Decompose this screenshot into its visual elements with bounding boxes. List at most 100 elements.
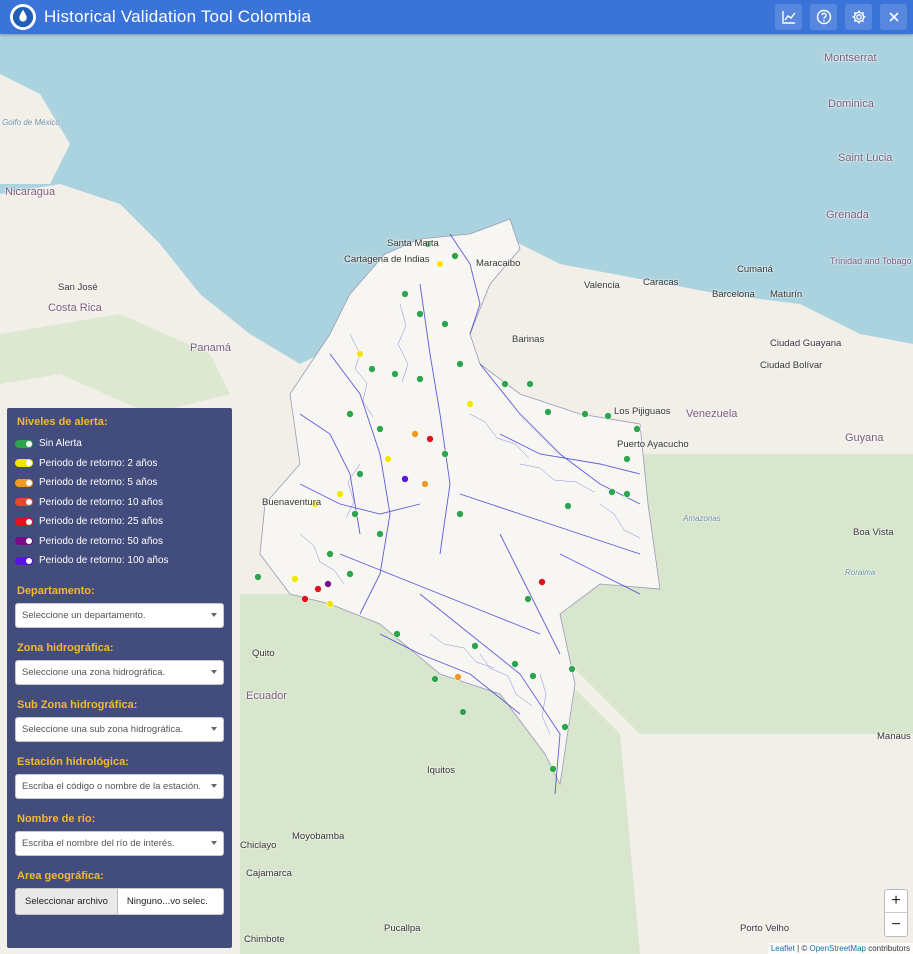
toggle-swatch-icon bbox=[15, 478, 33, 487]
chart-button[interactable] bbox=[775, 4, 802, 30]
area-label: Area geográfica: bbox=[17, 869, 104, 882]
place-label: Caracas bbox=[643, 277, 679, 288]
legend-title: Niveles de alerta: bbox=[17, 416, 108, 428]
legend-item: Periodo de retorno: 100 años bbox=[15, 551, 224, 571]
place-label: Puerto Ayacucho bbox=[617, 439, 689, 450]
departamento-label: Departamento: bbox=[17, 584, 95, 597]
place-label: Amazonas bbox=[683, 514, 721, 523]
place-label: San José bbox=[58, 282, 98, 293]
line-chart-icon bbox=[781, 11, 796, 24]
toggle-swatch-icon bbox=[15, 556, 33, 565]
app-title: Historical Validation Tool Colombia bbox=[44, 7, 312, 26]
place-label: Santa Marta bbox=[387, 238, 439, 249]
place-label: Trinidad and Tobago bbox=[830, 256, 912, 266]
attribution-separator: | © bbox=[794, 944, 810, 953]
place-label: Venezuela bbox=[686, 408, 738, 420]
legend-label: Periodo de retorno: 5 años bbox=[39, 477, 158, 489]
place-label: Nicaragua bbox=[5, 186, 56, 198]
toggle-swatch-icon bbox=[15, 537, 33, 546]
water-drop-icon bbox=[12, 6, 34, 28]
rio-placeholder: Escriba el nombre del río de interés. bbox=[22, 837, 175, 849]
toggle-swatch-icon bbox=[15, 439, 33, 448]
place-label: Ciudad Bolívar bbox=[760, 360, 823, 371]
legend-label: Periodo de retorno: 10 años bbox=[39, 496, 163, 508]
settings-button[interactable] bbox=[845, 4, 872, 30]
attribution-rest: contributors bbox=[865, 944, 910, 953]
chevron-down-icon bbox=[211, 727, 217, 731]
app-header: Historical Validation Tool Colombia bbox=[0, 0, 913, 34]
rio-label: Nombre de río: bbox=[17, 812, 96, 825]
chevron-down-icon bbox=[211, 613, 217, 617]
toggle-swatch-icon bbox=[15, 498, 33, 507]
chevron-down-icon bbox=[211, 841, 217, 845]
legend-label: Periodo de retorno: 2 años bbox=[39, 457, 158, 469]
map-attribution: Leaflet | © OpenStreetMap contributors bbox=[767, 943, 913, 954]
zoom-control: + − bbox=[884, 889, 908, 937]
place-label: Manaus bbox=[877, 731, 911, 742]
close-icon bbox=[888, 12, 899, 22]
help-button[interactable] bbox=[810, 4, 837, 30]
place-label: Montserrat bbox=[824, 52, 877, 64]
app-logo bbox=[10, 4, 36, 30]
place-label: Ciudad Guayana bbox=[770, 338, 842, 349]
estacion-placeholder: Escriba el código o nombre de la estació… bbox=[22, 780, 202, 792]
place-label: Buenaventura bbox=[262, 497, 322, 508]
subzona-select[interactable]: Seleccione una sub zona hidrográfica. bbox=[15, 716, 224, 742]
select-file-button[interactable]: Seleccionar archivo bbox=[16, 888, 118, 914]
place-label: Saint Lucia bbox=[838, 152, 893, 164]
toggle-swatch-icon bbox=[15, 459, 33, 468]
legend-item: Periodo de retorno: 10 años bbox=[15, 493, 224, 513]
gear-icon bbox=[852, 10, 865, 24]
alert-legend: Sin Alerta Periodo de retorno: 2 años Peri… bbox=[15, 434, 224, 571]
legend-item: Periodo de retorno: 25 años bbox=[15, 512, 224, 532]
place-label: Valencia bbox=[584, 280, 620, 291]
legend-item: Sin Alerta bbox=[15, 434, 224, 454]
legend-label: Periodo de retorno: 50 años bbox=[39, 535, 163, 547]
close-button[interactable] bbox=[880, 4, 907, 30]
place-label: Cumaná bbox=[737, 264, 773, 275]
zoom-out-button[interactable]: − bbox=[885, 913, 907, 936]
place-label: Panamá bbox=[190, 342, 231, 354]
legend-item: Periodo de retorno: 2 años bbox=[15, 454, 224, 474]
departamento-placeholder: Seleccione un departamento. bbox=[22, 609, 146, 621]
place-label: Pucallpa bbox=[384, 923, 421, 934]
place-label: Guyana bbox=[845, 432, 884, 444]
legend-label: Sin Alerta bbox=[39, 438, 82, 450]
place-label: Maracaibo bbox=[476, 258, 521, 269]
place-label: Chiclayo bbox=[240, 840, 277, 851]
rio-select[interactable]: Escriba el nombre del río de interés. bbox=[15, 830, 224, 856]
place-label: Golfo de México bbox=[2, 118, 60, 127]
place-label: Chimbote bbox=[244, 934, 285, 945]
departamento-select[interactable]: Seleccione un departamento. bbox=[15, 602, 224, 628]
place-label: Boa Vista bbox=[853, 527, 894, 538]
place-label: Grenada bbox=[826, 209, 869, 221]
place-label: Moyobamba bbox=[292, 831, 345, 842]
zona-select[interactable]: Seleccione una zona hidrográfica. bbox=[15, 659, 224, 685]
filter-panel: Niveles de alerta: Sin Alerta Periodo de … bbox=[7, 408, 232, 948]
legend-item: Periodo de retorno: 5 años bbox=[15, 473, 224, 493]
zona-label: Zona hidrográfica: bbox=[17, 641, 114, 654]
legend-item: Periodo de retorno: 50 años bbox=[15, 532, 224, 552]
place-label: Costa Rica bbox=[48, 302, 102, 314]
place-label: Cartagena de Indias bbox=[344, 254, 430, 265]
chevron-down-icon bbox=[211, 784, 217, 788]
legend-label: Periodo de retorno: 25 años bbox=[39, 516, 163, 528]
zona-placeholder: Seleccione una zona hidrográfica. bbox=[22, 666, 166, 678]
selected-file-name: Ninguno...vo selec. bbox=[126, 895, 208, 907]
osm-link[interactable]: OpenStreetMap bbox=[809, 944, 865, 953]
area-file-input[interactable]: Seleccionar archivo Ninguno...vo selec. bbox=[15, 887, 224, 915]
subzona-label: Sub Zona hidrográfica: bbox=[17, 698, 138, 711]
estacion-select[interactable]: Escriba el código o nombre de la estació… bbox=[15, 773, 224, 799]
place-label: Quito bbox=[252, 648, 275, 659]
question-icon bbox=[816, 9, 831, 25]
chevron-down-icon bbox=[211, 670, 217, 674]
place-label: Barinas bbox=[512, 334, 545, 345]
place-label: Los Pijiguaos bbox=[614, 406, 671, 417]
place-label: Iquitos bbox=[427, 765, 455, 776]
legend-label: Periodo de retorno: 100 años bbox=[39, 555, 169, 567]
place-label: Porto Velho bbox=[740, 923, 790, 934]
zoom-in-button[interactable]: + bbox=[885, 890, 907, 913]
place-label: Barcelona bbox=[712, 289, 755, 300]
subzona-placeholder: Seleccione una sub zona hidrográfica. bbox=[22, 723, 184, 735]
leaflet-link[interactable]: Leaflet bbox=[771, 944, 795, 953]
